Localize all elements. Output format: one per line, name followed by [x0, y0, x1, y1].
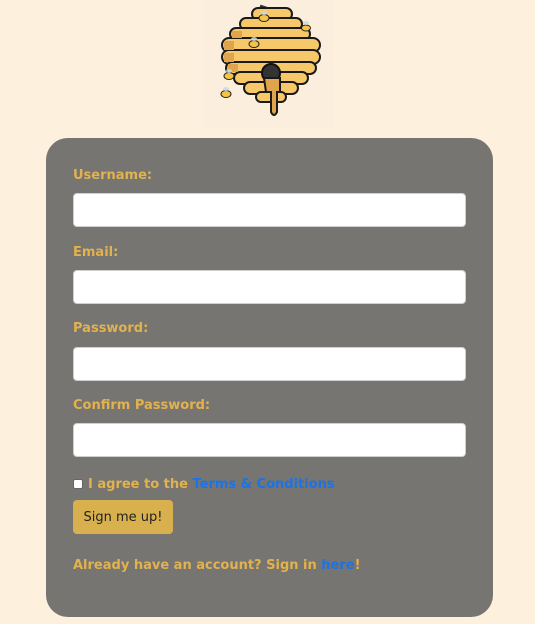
signin-link[interactable]: here: [321, 558, 354, 573]
signin-row: Already have an account? Sign in here!: [73, 558, 361, 573]
username-label: Username:: [73, 168, 153, 183]
site-logo: [204, 0, 334, 128]
password-input[interactable]: [73, 347, 466, 381]
signup-button[interactable]: Sign me up!: [73, 500, 173, 534]
username-input[interactable]: [73, 193, 466, 227]
confirm-password-label: Confirm Password:: [73, 398, 211, 413]
password-label: Password:: [73, 321, 149, 336]
terms-link[interactable]: Terms & Conditions: [193, 477, 335, 492]
terms-row: I agree to the Terms & Conditions: [73, 475, 335, 493]
signin-suffix: !: [354, 558, 361, 573]
beehive-icon: [220, 4, 321, 116]
terms-checkbox[interactable]: [73, 479, 83, 489]
email-label: Email:: [73, 245, 119, 260]
signin-prefix: Already have an account? Sign in: [73, 558, 322, 573]
terms-prefix: I agree to the: [88, 476, 193, 492]
confirm-password-input[interactable]: [73, 423, 466, 457]
email-input[interactable]: [73, 270, 466, 304]
signup-card: Username: Email: Password: Confirm Passw…: [46, 138, 493, 617]
